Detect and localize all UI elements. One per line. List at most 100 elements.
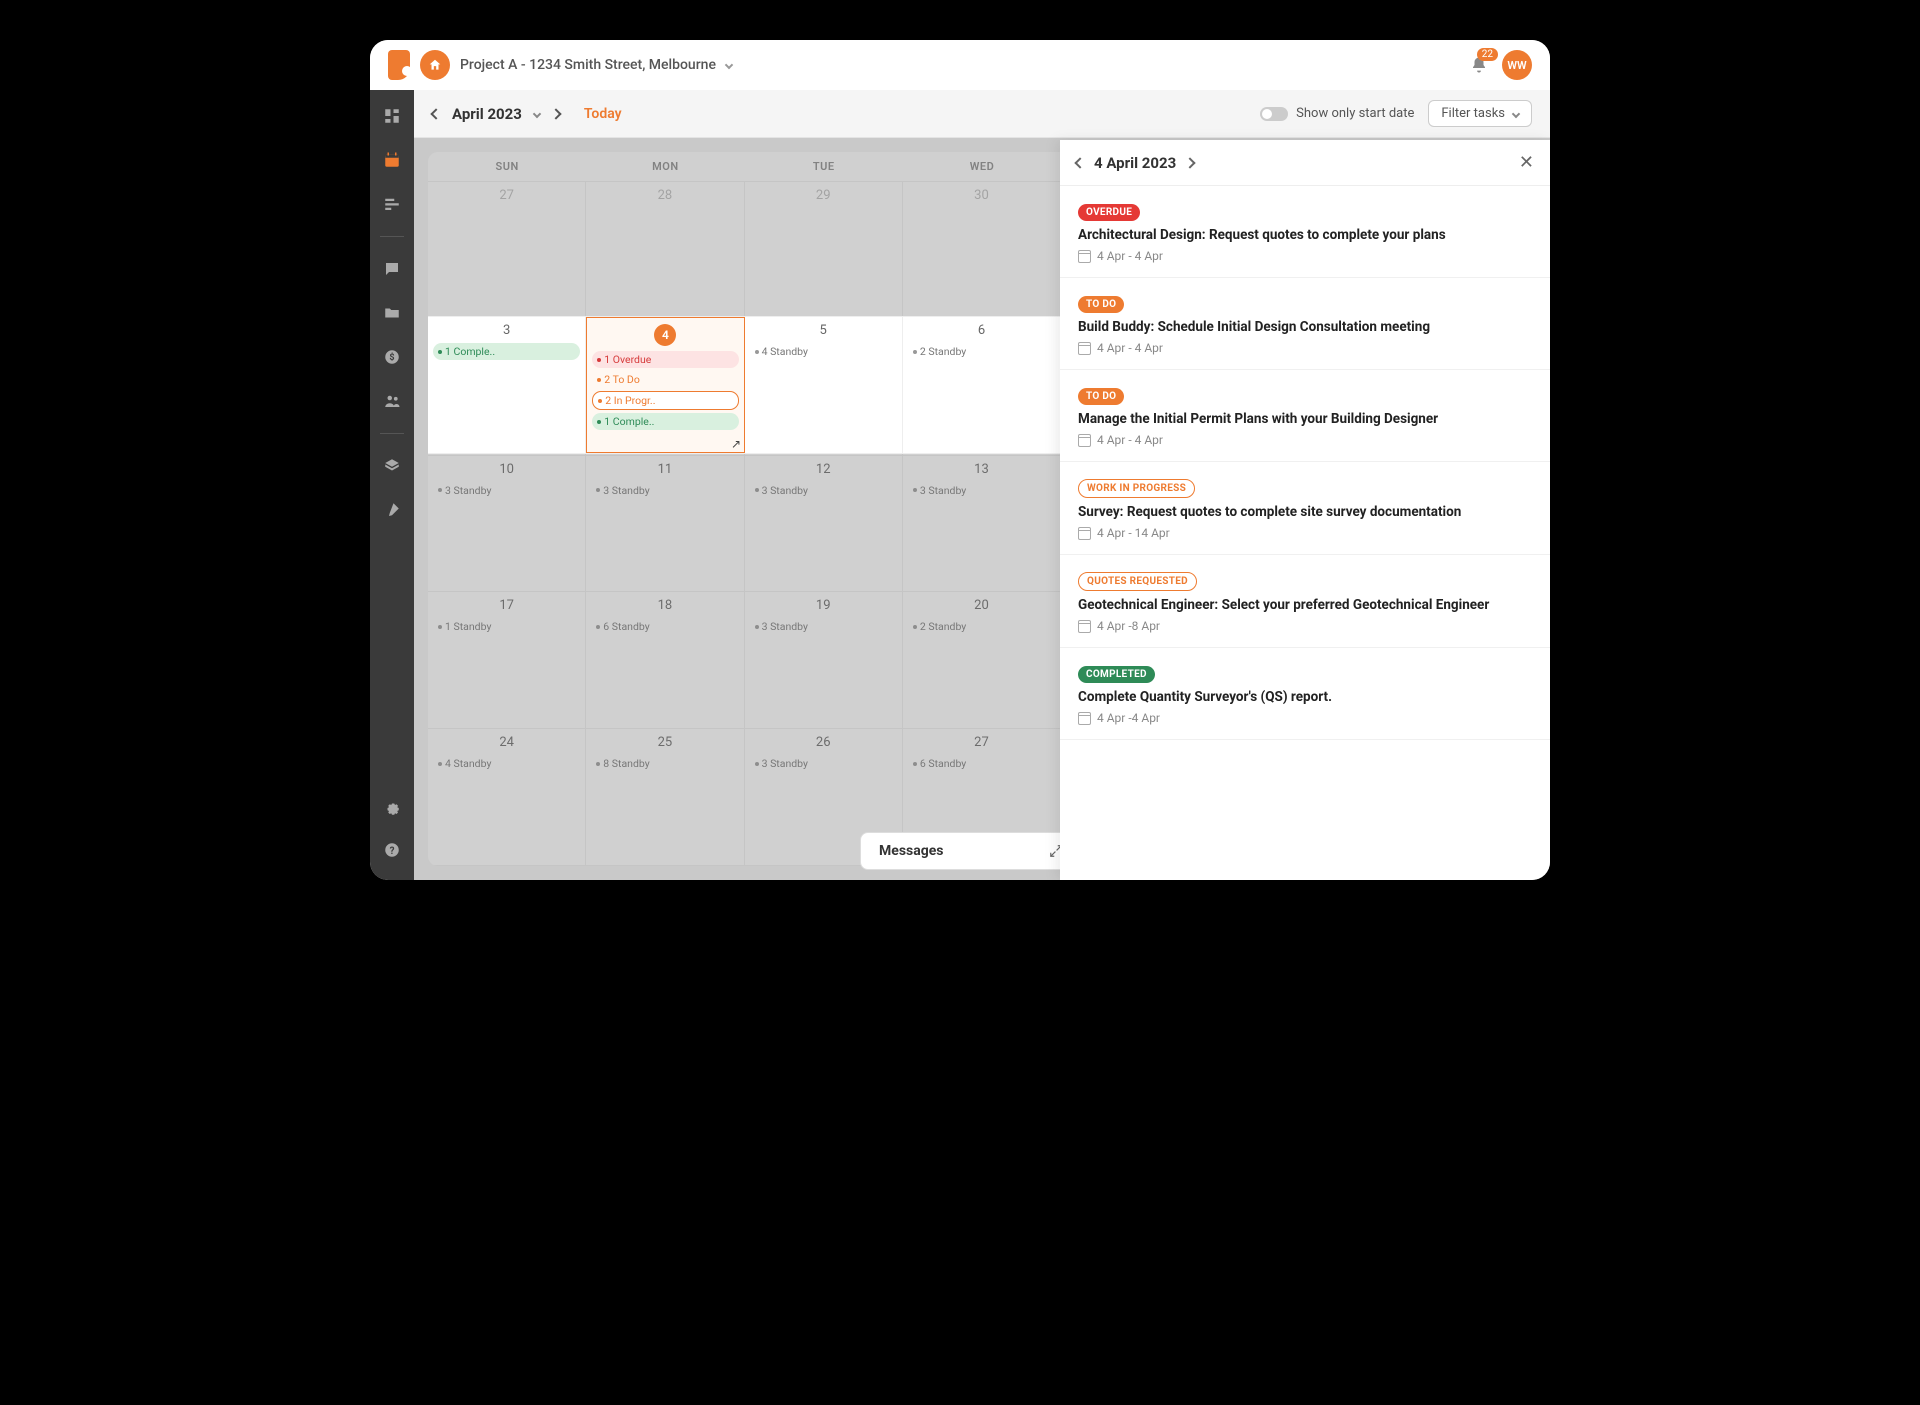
dollar-icon: $ [383, 348, 401, 366]
show-start-toggle[interactable]: Show only start date [1260, 106, 1414, 121]
day-number: 11 [591, 462, 738, 477]
calendar-cell[interactable]: 24 4 Standby [428, 729, 586, 866]
task-pill[interactable]: 3 Standby [433, 482, 580, 499]
task-pill[interactable]: 1 Overdue [592, 351, 738, 368]
calendar-cell[interactable]: 5 4 Standby [745, 317, 903, 452]
calendar-cell[interactable]: 6 2 Standby [903, 317, 1061, 452]
task-pill[interactable]: 6 Standby [591, 618, 738, 635]
topbar-right: 22 WW [1470, 50, 1532, 80]
task-pill[interactable]: 2 In Progr.. [592, 391, 738, 410]
calendar-cell[interactable]: 25 8 Standby [586, 729, 744, 866]
month-dropdown-icon[interactable] [533, 109, 541, 117]
close-panel-button[interactable]: ✕ [1519, 152, 1534, 173]
calendar-cell[interactable]: 20 2 Standby [903, 592, 1061, 729]
task-pill[interactable]: 3 Standby [750, 482, 897, 499]
calendar-cell[interactable]: 28 [586, 182, 744, 319]
calendar-cell[interactable]: 17 1 Standby [428, 592, 586, 729]
task-pill[interactable]: 6 Standby [908, 755, 1055, 772]
panel-body: OVERDUEArchitectural Design: Request quo… [1060, 186, 1550, 880]
task-pill[interactable]: 8 Standby [591, 755, 738, 772]
toggle-switch[interactable] [1260, 107, 1288, 121]
chat-icon [383, 260, 401, 278]
sidebar-item-team[interactable] [380, 389, 404, 413]
task-pill[interactable]: 3 Standby [750, 755, 897, 772]
task-pill[interactable]: 3 Standby [750, 618, 897, 635]
sidebar-item-chat[interactable] [380, 257, 404, 281]
day-of-week-header: SUN [428, 152, 586, 181]
prev-day-button[interactable] [1074, 157, 1085, 168]
day-number: 27 [908, 735, 1055, 750]
calendar-cell[interactable]: 11 3 Standby [586, 456, 744, 593]
task-pill[interactable]: 2 To Do [592, 371, 738, 388]
calendar-cell[interactable]: 30 [903, 182, 1061, 319]
home-button[interactable] [420, 50, 450, 80]
task-date-range: 4 Apr - 4 Apr [1078, 249, 1532, 263]
sidebar-item-dashboard[interactable] [380, 104, 404, 128]
calendar-cell-selected[interactable]: 4 1 Overdue 2 To Do 2 In Progr.. 1 Compl… [586, 317, 744, 452]
task-pill[interactable]: 3 Standby [908, 482, 1055, 499]
project-title[interactable]: Project A - 1234 Smith Street, Melbourne [460, 57, 716, 73]
task-title: Manage the Initial Permit Plans with you… [1078, 411, 1532, 427]
calendar-cell[interactable]: 18 6 Standby [586, 592, 744, 729]
filter-tasks-button[interactable]: Filter tasks [1428, 100, 1532, 127]
topbar-left: Project A - 1234 Smith Street, Melbourne [388, 50, 732, 80]
status-badge: OVERDUE [1078, 204, 1140, 221]
calendar-cell[interactable]: 3 1 Comple.. [428, 317, 586, 452]
next-day-button[interactable] [1185, 157, 1196, 168]
month-label[interactable]: April 2023 [452, 105, 522, 123]
sidebar-item-paint[interactable] [380, 498, 404, 522]
task-pill[interactable]: 2 Standby [908, 618, 1055, 635]
avatar[interactable]: WW [1502, 50, 1532, 80]
task-pill[interactable]: 2 Standby [908, 343, 1055, 360]
calendar-icon [383, 151, 401, 169]
day-number: 28 [591, 188, 738, 203]
sidebar-item-timeline[interactable] [380, 192, 404, 216]
calendar-cell[interactable]: 10 3 Standby [428, 456, 586, 593]
task-item[interactable]: COMPLETEDComplete Quantity Surveyor's (Q… [1060, 648, 1550, 740]
task-item[interactable]: OVERDUEArchitectural Design: Request quo… [1060, 186, 1550, 278]
calendar-cell[interactable]: 19 3 Standby [745, 592, 903, 729]
day-number: 20 [908, 598, 1055, 613]
task-pill[interactable]: 4 Standby [433, 755, 580, 772]
timeline-icon [383, 195, 401, 213]
month-nav [432, 110, 440, 118]
task-item[interactable]: QUOTES REQUESTEDGeotechnical Engineer: S… [1060, 555, 1550, 648]
filter-label: Filter tasks [1441, 106, 1505, 121]
svg-text:?: ? [390, 846, 395, 857]
status-badge: WORK IN PROGRESS [1078, 479, 1195, 498]
sidebar-item-layers[interactable] [380, 454, 404, 478]
chevron-down-icon[interactable] [725, 61, 733, 69]
task-pill[interactable]: 1 Standby [433, 618, 580, 635]
cursor-icon: ↖ [731, 437, 741, 451]
task-pill[interactable]: 1 Comple.. [592, 413, 738, 430]
sidebar-item-finance[interactable]: $ [380, 345, 404, 369]
task-item[interactable]: TO DOBuild Buddy: Schedule Initial Desig… [1060, 278, 1550, 370]
today-button[interactable]: Today [584, 106, 622, 122]
notifications-button[interactable]: 22 [1470, 56, 1488, 74]
toolbar-right: Show only start date Filter tasks [1260, 100, 1532, 127]
calendar-cell[interactable]: 27 [428, 182, 586, 319]
sidebar-item-settings[interactable] [380, 796, 404, 820]
day-number: 30 [908, 188, 1055, 203]
next-month-button[interactable] [550, 108, 561, 119]
sidebar-item-files[interactable] [380, 301, 404, 325]
date-text: 4 Apr - 4 Apr [1097, 433, 1163, 447]
sidebar-item-help[interactable]: ? [380, 838, 404, 862]
sidebar-item-calendar[interactable] [380, 148, 404, 172]
calendar-cell[interactable]: 13 3 Standby [903, 456, 1061, 593]
day-number: 3 [433, 323, 580, 338]
task-item[interactable]: TO DOManage the Initial Permit Plans wit… [1060, 370, 1550, 462]
calendar-cell[interactable]: 12 3 Standby [745, 456, 903, 593]
date-text: 4 Apr - 4 Apr [1097, 341, 1163, 355]
calendar-small-icon [1078, 620, 1091, 633]
svg-text:$: $ [389, 352, 394, 363]
task-pill[interactable]: 3 Standby [591, 482, 738, 499]
task-pill[interactable]: 1 Comple.. [433, 343, 580, 360]
prev-month-button[interactable] [430, 108, 441, 119]
calendar-cell[interactable]: 29 [745, 182, 903, 319]
task-item[interactable]: WORK IN PROGRESSSurvey: Request quotes t… [1060, 462, 1550, 555]
task-pill[interactable]: 4 Standby [750, 343, 897, 360]
app-window: Project A - 1234 Smith Street, Melbourne… [370, 40, 1550, 880]
day-of-week-header: WED [903, 152, 1061, 181]
calendar-small-icon [1078, 342, 1091, 355]
